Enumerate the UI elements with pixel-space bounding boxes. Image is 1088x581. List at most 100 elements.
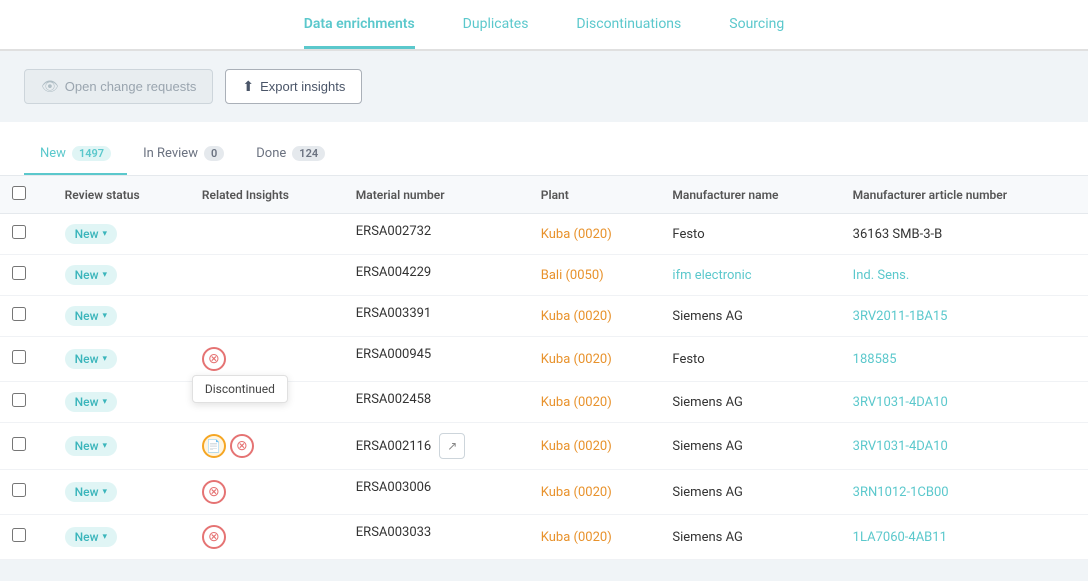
manufacturer-name-value: ifm electronic bbox=[672, 268, 751, 283]
discontinued-icon[interactable]: ⊗ bbox=[230, 434, 254, 458]
row-related-insights bbox=[190, 214, 344, 255]
row-manufacturer-article: 3RV2011-1BA15 bbox=[841, 296, 1088, 337]
table-row: New ▾ERSA004229Bali (0050)ifm electronic… bbox=[0, 255, 1088, 296]
plant-value: Kuba (0020) bbox=[541, 395, 612, 410]
header-review-status: Review status bbox=[53, 176, 190, 214]
status-badge[interactable]: New ▾ bbox=[65, 349, 117, 369]
material-number-value: ERSA002116 bbox=[356, 439, 431, 454]
material-number-value: ERSA000945 bbox=[356, 347, 431, 362]
external-link-button[interactable]: ↗ bbox=[439, 433, 465, 459]
discontinued-icon[interactable]: ⊗ bbox=[202, 347, 226, 371]
insight-icons-container: ⊗ bbox=[202, 480, 332, 504]
row-related-insights: ⊗Discontinued bbox=[190, 337, 344, 382]
article-number-value: 3RN1012-1CB00 bbox=[853, 485, 949, 500]
table-header-row: Review status Related Insights Material … bbox=[0, 176, 1088, 214]
row-review-status: New ▾ bbox=[53, 470, 190, 515]
material-number-value: ERSA004229 bbox=[356, 265, 431, 280]
header-checkbox-col bbox=[0, 176, 53, 214]
tab-discontinuations[interactable]: Discontinuations bbox=[576, 16, 681, 49]
row-1-checkbox[interactable] bbox=[12, 266, 26, 280]
insight-icons-container: ⊗Discontinued bbox=[202, 347, 332, 371]
main-content: New 1497 In Review 0 Done 124 Review sta… bbox=[0, 122, 1088, 560]
status-chevron-icon: ▾ bbox=[103, 354, 108, 364]
status-badge[interactable]: New ▾ bbox=[65, 436, 117, 456]
row-manufacturer-name: Siemens AG bbox=[660, 423, 840, 470]
plant-value: Kuba (0020) bbox=[541, 485, 612, 500]
row-manufacturer-article: 1LA7060-4AB11 bbox=[841, 515, 1088, 560]
header-manufacturer-article: Manufacturer article number bbox=[841, 176, 1088, 214]
row-checkbox-cell bbox=[0, 470, 53, 515]
material-number-value: ERSA003391 bbox=[356, 306, 431, 321]
tab-data-enrichments[interactable]: Data enrichments bbox=[304, 16, 415, 49]
discontinued-icon[interactable]: ⊗ bbox=[202, 525, 226, 549]
row-material-number: ERSA000945 bbox=[344, 337, 529, 372]
table-row: New ▾⊗ERSA003006Kuba (0020)Siemens AG3RN… bbox=[0, 470, 1088, 515]
row-5-checkbox[interactable] bbox=[12, 437, 26, 451]
tab-sourcing[interactable]: Sourcing bbox=[729, 16, 784, 49]
row-manufacturer-name: Festo bbox=[660, 214, 840, 255]
row-plant: Kuba (0020) bbox=[529, 470, 661, 515]
row-2-checkbox[interactable] bbox=[12, 307, 26, 321]
status-badge[interactable]: New ▾ bbox=[65, 482, 117, 502]
plant-value: Kuba (0020) bbox=[541, 530, 612, 545]
status-chevron-icon: ▾ bbox=[103, 487, 108, 497]
row-3-checkbox[interactable] bbox=[12, 350, 26, 364]
sub-tab-new-badge: 1497 bbox=[72, 146, 111, 161]
row-7-checkbox[interactable] bbox=[12, 528, 26, 542]
plant-value: Kuba (0020) bbox=[541, 352, 612, 367]
manufacturer-name-value: Siemens AG bbox=[672, 485, 742, 500]
insight-icons-container: 📄⊗ bbox=[202, 434, 332, 458]
main-table: Review status Related Insights Material … bbox=[0, 176, 1088, 560]
export-insights-button[interactable]: ⬆ Export insights bbox=[225, 69, 362, 104]
open-change-requests-button[interactable]: 👁 Open change requests bbox=[24, 69, 213, 104]
main-tabs-bar: Data enrichments Duplicates Discontinuat… bbox=[0, 0, 1088, 51]
table-row: New ▾⊗ERSA003033Kuba (0020)Siemens AG1LA… bbox=[0, 515, 1088, 560]
header-plant: Plant bbox=[529, 176, 661, 214]
manufacturer-name-value: Siemens AG bbox=[672, 395, 742, 410]
row-related-insights: ⊗ bbox=[190, 470, 344, 515]
row-plant: Kuba (0020) bbox=[529, 515, 661, 560]
document-icon[interactable]: 📄 bbox=[202, 434, 226, 458]
sub-tab-in-review[interactable]: In Review 0 bbox=[127, 138, 240, 175]
row-4-checkbox[interactable] bbox=[12, 393, 26, 407]
article-number-value: 3RV2011-1BA15 bbox=[853, 309, 948, 324]
article-number-value: 3RV1031-4DA10 bbox=[853, 439, 948, 454]
status-badge[interactable]: New ▾ bbox=[65, 306, 117, 326]
table-row: New ▾ERSA003391Kuba (0020)Siemens AG3RV2… bbox=[0, 296, 1088, 337]
sub-tab-in-review-badge: 0 bbox=[204, 146, 224, 161]
sub-tab-done-label: Done bbox=[256, 146, 286, 161]
sub-tab-in-review-label: In Review bbox=[143, 146, 198, 161]
row-related-insights bbox=[190, 255, 344, 296]
manufacturer-name-value: Siemens AG bbox=[672, 439, 742, 454]
status-chevron-icon: ▾ bbox=[103, 270, 108, 280]
row-related-insights bbox=[190, 296, 344, 337]
row-related-insights: ⊗ bbox=[190, 515, 344, 560]
toolbar: 👁 Open change requests ⬆ Export insights bbox=[0, 51, 1088, 122]
status-chevron-icon: ▾ bbox=[103, 397, 108, 407]
row-0-checkbox[interactable] bbox=[12, 225, 26, 239]
sub-tab-new[interactable]: New 1497 bbox=[24, 138, 127, 175]
discontinued-icon[interactable]: ⊗ bbox=[202, 480, 226, 504]
manufacturer-name-value: Festo bbox=[672, 227, 704, 242]
status-badge[interactable]: New ▾ bbox=[65, 224, 117, 244]
sub-tab-done[interactable]: Done 124 bbox=[240, 138, 341, 175]
status-badge[interactable]: New ▾ bbox=[65, 265, 117, 285]
row-review-status: New ▾ bbox=[53, 214, 190, 255]
status-chevron-icon: ▾ bbox=[103, 311, 108, 321]
select-all-checkbox[interactable] bbox=[12, 186, 26, 200]
status-chevron-icon: ▾ bbox=[103, 532, 108, 542]
status-badge[interactable]: New ▾ bbox=[65, 527, 117, 547]
row-review-status: New ▾ bbox=[53, 255, 190, 296]
row-checkbox-cell bbox=[0, 255, 53, 296]
article-number-value: 188585 bbox=[853, 352, 897, 367]
export-insights-label: Export insights bbox=[260, 79, 345, 94]
tab-duplicates[interactable]: Duplicates bbox=[463, 16, 529, 49]
row-6-checkbox[interactable] bbox=[12, 483, 26, 497]
row-manufacturer-name: Siemens AG bbox=[660, 296, 840, 337]
open-change-requests-label: Open change requests bbox=[65, 79, 197, 94]
sub-tabs-bar: New 1497 In Review 0 Done 124 bbox=[0, 122, 1088, 176]
article-number-value: 3RV1031-4DA10 bbox=[853, 395, 948, 410]
row-checkbox-cell bbox=[0, 214, 53, 255]
status-badge[interactable]: New ▾ bbox=[65, 392, 117, 412]
plant-value: Kuba (0020) bbox=[541, 439, 612, 454]
